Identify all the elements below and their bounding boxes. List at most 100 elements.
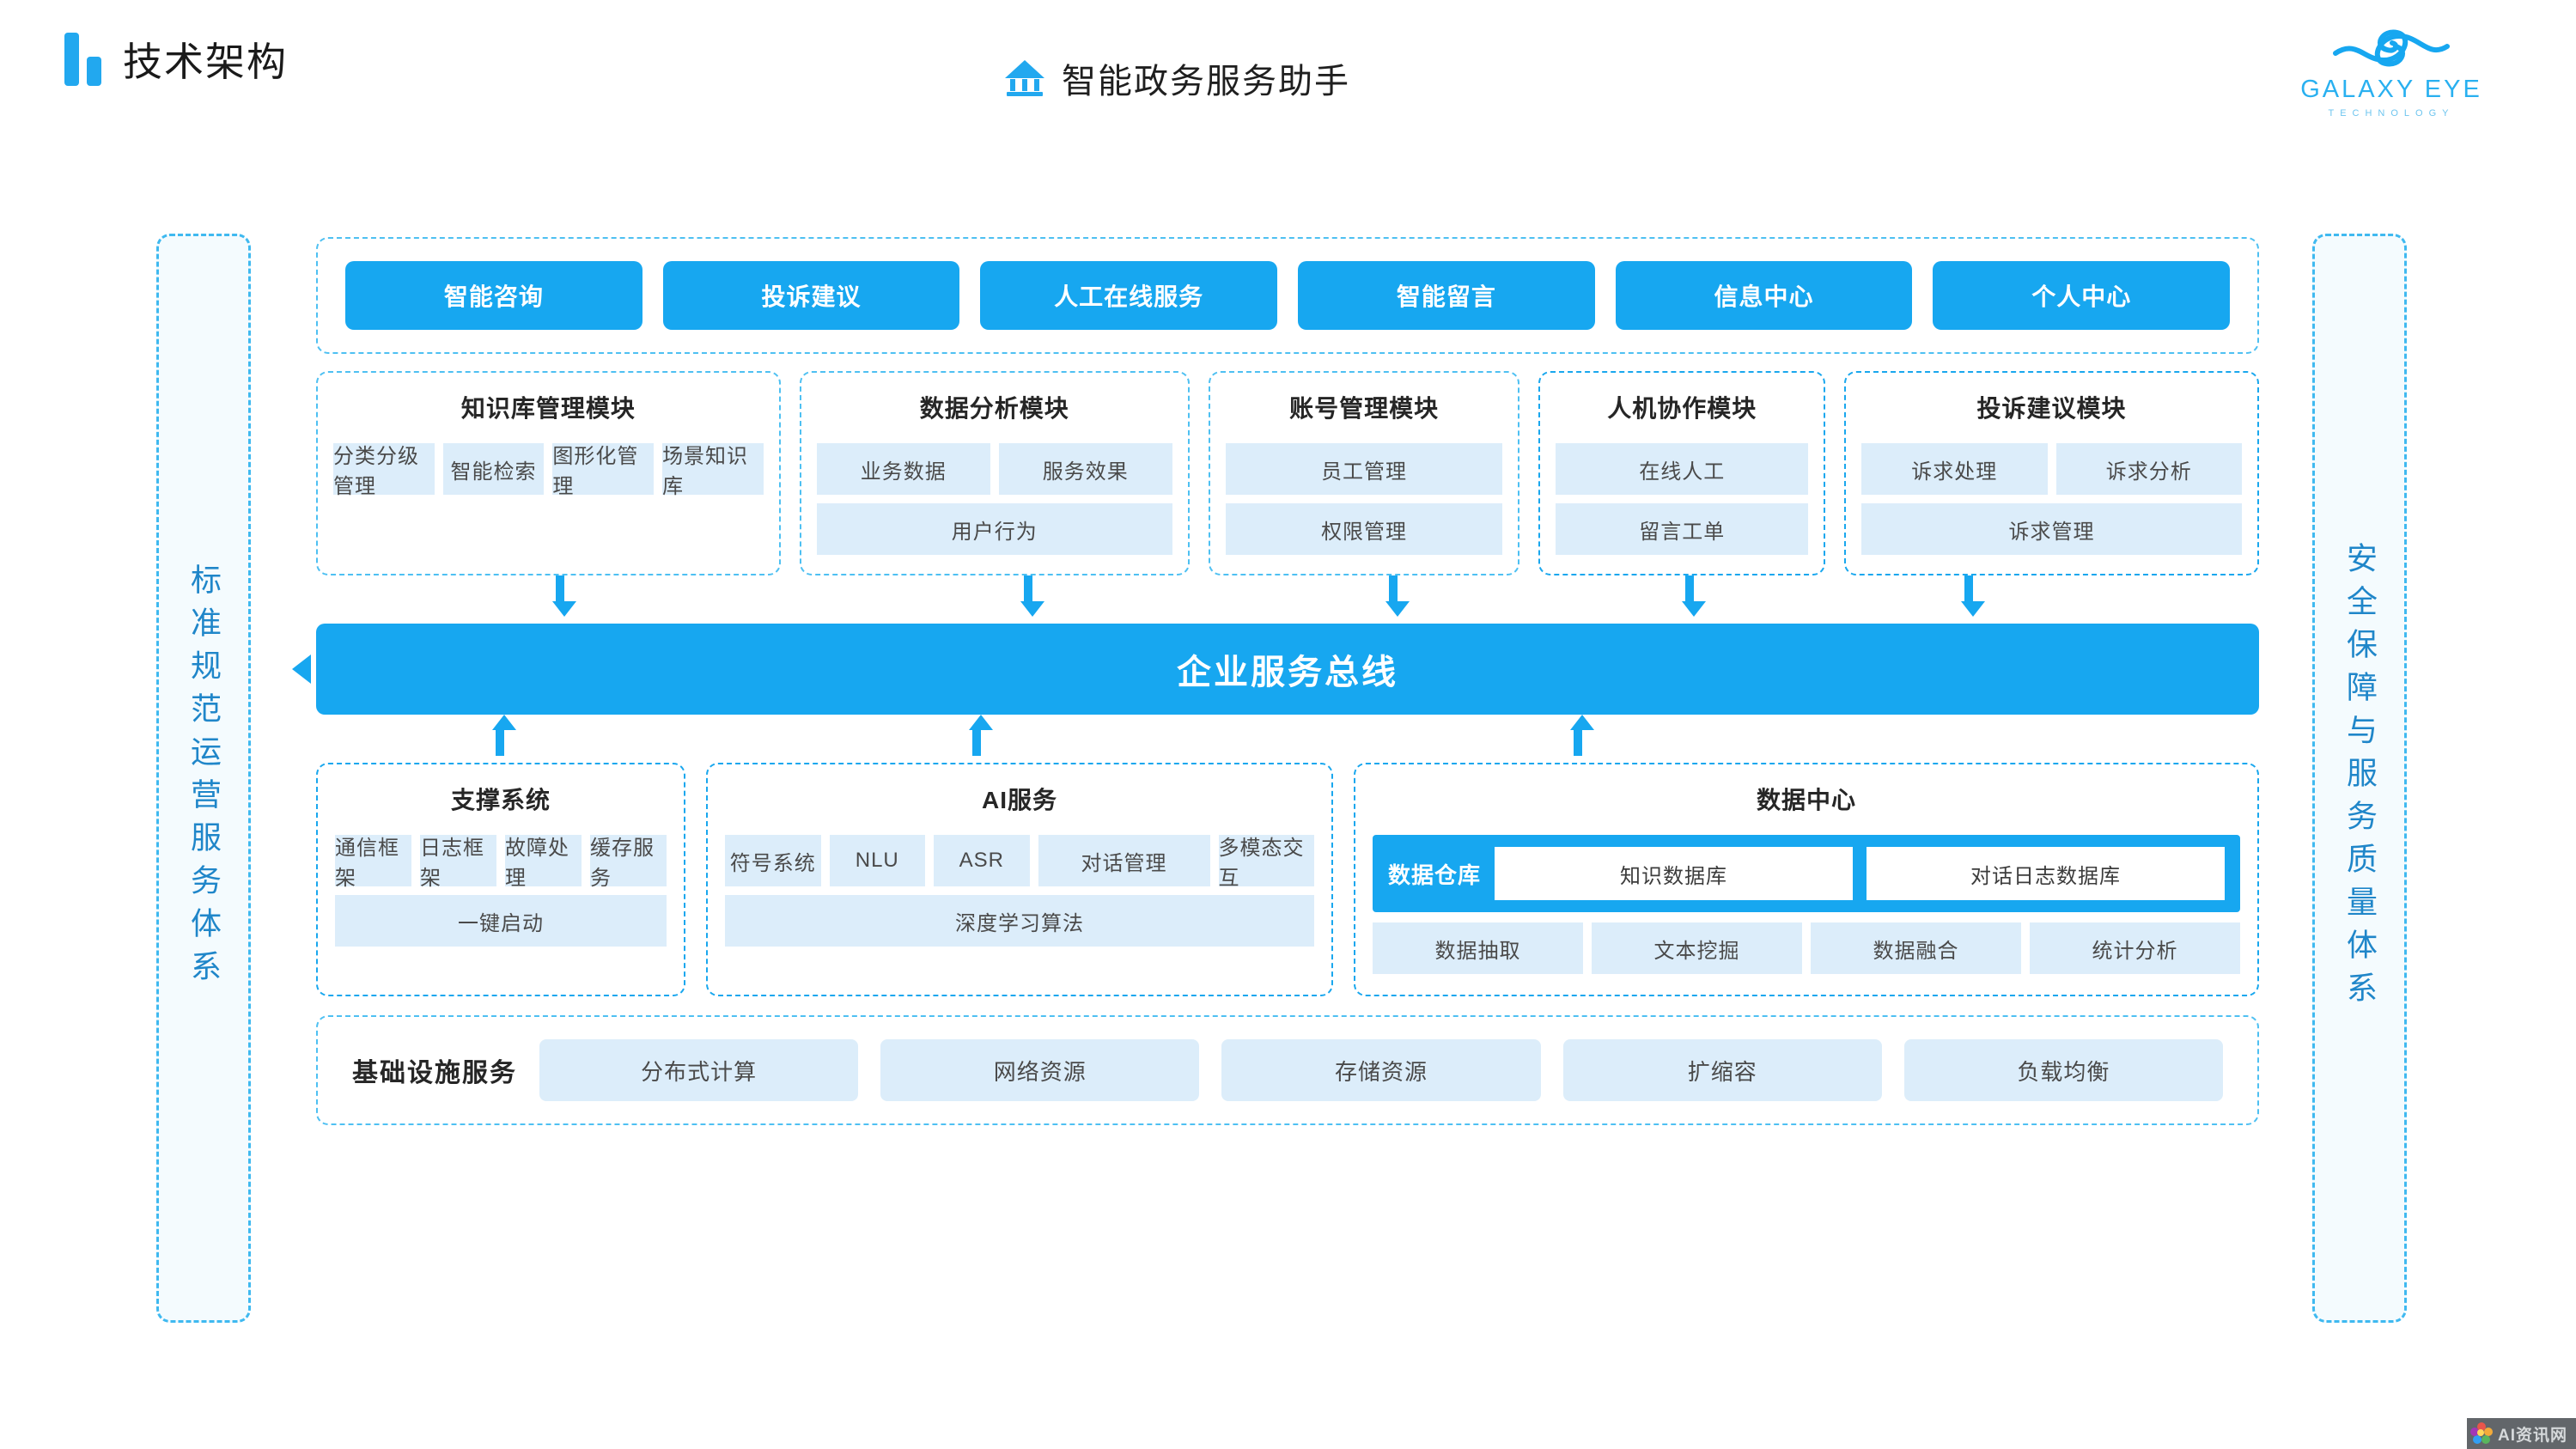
flower-icon — [2469, 1422, 2493, 1445]
data-warehouse-band: 数据仓库 知识数据库 对话日志数据库 — [1373, 835, 2240, 912]
tile-cunchuziyuan[interactable]: 存储资源 — [1221, 1039, 1541, 1101]
arrow-up-icon — [969, 715, 993, 756]
arrow-down-icon — [1020, 575, 1044, 617]
watermark: AI资讯网 — [2466, 1418, 2576, 1449]
arrows-up-row — [316, 715, 2259, 763]
tile-tongxinkuangjia[interactable]: 通信框架 — [335, 835, 411, 890]
tile-guzhangchuli[interactable]: 故障处理 — [505, 835, 582, 890]
module-knowledge-base: 知识库管理模块 分类分级管理 智能检索 图形化管理 场景知识库 — [316, 371, 781, 575]
left-standards-panel-label: 标准规范运营服务体系 — [186, 563, 222, 993]
main-stack: 智能咨询 投诉建议 人工在线服务 智能留言 信息中心 个人中心 知识库管理模块 … — [292, 237, 2259, 1125]
page-title-group: 技术架构 — [64, 31, 288, 88]
tile-quanxianguanli[interactable]: 权限管理 — [1225, 503, 1503, 555]
arrow-up-icon — [492, 715, 516, 756]
tile-zaixianrengong[interactable]: 在线人工 — [1556, 443, 1809, 495]
watermark-text: AI资讯网 — [2497, 1426, 2567, 1445]
data-center-box: 数据中心 数据仓库 知识数据库 对话日志数据库 数据抽取 文本挖掘 数据融合 统… — [1354, 763, 2259, 996]
brand-logo-group: GALAXY EYE TECHNOLOGY — [2267, 21, 2516, 119]
entry-button-gerenzhongxin[interactable]: 个人中心 — [1933, 261, 2231, 330]
tile-yonghuxingwei[interactable]: 用户行为 — [816, 503, 1172, 555]
arrow-left-icon — [292, 654, 311, 684]
tile-nlu[interactable]: NLU — [829, 835, 925, 886]
tile-zhinengjiansuo[interactable]: 智能检索 — [442, 443, 545, 495]
center-title-group: 智能政务服务助手 — [1005, 53, 1350, 103]
right-security-panel: 安全保障与服务质量体系 — [2312, 234, 2407, 1323]
module-tiles: 诉求处理 诉求分析 诉求管理 — [1861, 443, 2243, 555]
government-building-icon — [1005, 60, 1044, 96]
module-title: 人机协作模块 — [1607, 395, 1757, 422]
brand-name: GALAXY EYE — [2300, 76, 2482, 103]
module-tiles: 业务数据 服务效果 用户行为 — [816, 443, 1172, 555]
arrow-down-icon — [1961, 575, 1985, 617]
arrow-down-icon — [1385, 575, 1410, 617]
architecture-diagram: 技术架构 智能政务服务助手 GALAXY EYE TECHNOLOGY 标准规范… — [0, 0, 2576, 1449]
right-security-panel-label: 安全保障与服务质量体系 — [2342, 542, 2378, 1014]
support-system-box: 支撑系统 通信框架 日志框架 故障处理 缓存服务 一键启动 — [316, 763, 685, 996]
tile-tongjifenxi[interactable]: 统计分析 — [2030, 922, 2240, 974]
tile-shujuchouqu[interactable]: 数据抽取 — [1373, 922, 1583, 974]
infrastructure-row: 基础设施服务 分布式计算 网络资源 存储资源 扩缩容 负载均衡 — [316, 1015, 2259, 1125]
module-title: 数据分析模块 — [919, 395, 1069, 422]
tile-fenbushijisuan[interactable]: 分布式计算 — [539, 1039, 859, 1101]
infrastructure-label: 基础设施服务 — [352, 1059, 517, 1087]
enterprise-service-bus: 企业服务总线 — [292, 624, 2259, 715]
data-center-title: 数据中心 — [1756, 787, 1856, 813]
tile-changjingzhishiku[interactable]: 场景知识库 — [662, 443, 764, 498]
tile-suqiufenxi[interactable]: 诉求分析 — [2055, 443, 2243, 495]
entry-button-xinxizhongxin[interactable]: 信息中心 — [1615, 261, 1913, 330]
tile-tuxinghuaguanli[interactable]: 图形化管理 — [552, 443, 655, 498]
data-warehouse-label: 数据仓库 — [1388, 861, 1482, 888]
modules-row: 知识库管理模块 分类分级管理 智能检索 图形化管理 场景知识库 数据分析模块 业… — [316, 371, 2259, 575]
module-title: 投诉建议模块 — [1976, 395, 2127, 422]
module-tiles: 分类分级管理 智能检索 图形化管理 场景知识库 — [333, 443, 764, 498]
tile-huancunfuwu[interactable]: 缓存服务 — [590, 835, 667, 890]
module-complaint-suggestion: 投诉建议模块 诉求处理 诉求分析 诉求管理 — [1844, 371, 2259, 575]
arrow-down-icon — [1682, 575, 1706, 617]
tile-wenbenwajue[interactable]: 文本挖掘 — [1592, 922, 1802, 974]
tile-liuyangongdan[interactable]: 留言工单 — [1556, 503, 1809, 555]
brand-subtitle: TECHNOLOGY — [2328, 108, 2455, 119]
tile-wangluoziyuan[interactable]: 网络资源 — [880, 1039, 1200, 1101]
entry-button-zhinengliuyan[interactable]: 智能留言 — [1298, 261, 1595, 330]
enterprise-service-bus-label: 企业服务总线 — [1177, 654, 1398, 691]
tile-suqiuchuli[interactable]: 诉求处理 — [1861, 443, 2048, 495]
support-system-tiles: 通信框架 日志框架 故障处理 缓存服务 一键启动 — [335, 835, 667, 947]
ai-service-tiles: 符号系统 NLU ASR 对话管理 多模态交互 深度学习算法 — [725, 835, 1314, 947]
tile-yewushuju[interactable]: 业务数据 — [816, 443, 990, 495]
module-tiles: 员工管理 权限管理 — [1225, 443, 1503, 555]
tile-suqiuguanli[interactable]: 诉求管理 — [1861, 503, 2242, 555]
tile-fuzaijunheng[interactable]: 负载均衡 — [1903, 1039, 2224, 1101]
support-system-title: 支撑系统 — [450, 787, 551, 813]
platform-row: 支撑系统 通信框架 日志框架 故障处理 缓存服务 一键启动 AI服务 符号系统 … — [316, 763, 2259, 996]
tile-kuosuorong[interactable]: 扩缩容 — [1562, 1039, 1882, 1101]
tile-asr[interactable]: ASR — [934, 835, 1030, 886]
tile-rizhikuangjia[interactable]: 日志框架 — [420, 835, 496, 890]
entry-button-tousujianyi[interactable]: 投诉建议 — [662, 261, 960, 330]
tile-yuangongguanli[interactable]: 员工管理 — [1225, 443, 1503, 495]
arrow-up-icon — [1570, 715, 1594, 756]
arrow-down-icon — [552, 575, 576, 617]
tile-fuwuxiaoguo[interactable]: 服务效果 — [998, 443, 1172, 495]
module-account-management: 账号管理模块 员工管理 权限管理 — [1208, 371, 1520, 575]
tile-duomotaijiaohu[interactable]: 多模态交互 — [1218, 835, 1314, 890]
entry-buttons-container: 智能咨询 投诉建议 人工在线服务 智能留言 信息中心 个人中心 — [316, 237, 2259, 354]
arrows-down-row — [316, 575, 2259, 624]
galaxy-eye-logo-icon — [2333, 29, 2450, 67]
tile-yijianqidong[interactable]: 一键启动 — [335, 895, 667, 947]
entry-button-zhinengzixun[interactable]: 智能咨询 — [345, 261, 642, 330]
tile-duihuaguanli[interactable]: 对话管理 — [1038, 835, 1210, 886]
database-dialog-log[interactable]: 对话日志数据库 — [1867, 847, 2226, 900]
module-tiles: 在线人工 留言工单 — [1556, 443, 1809, 555]
module-title: 知识库管理模块 — [460, 395, 636, 422]
ai-service-title: AI服务 — [981, 787, 1057, 813]
tile-shujuronghe[interactable]: 数据融合 — [1811, 922, 2021, 974]
entry-button-rengongzaixianfuwu[interactable]: 人工在线服务 — [980, 261, 1278, 330]
tile-fenleifenjiguanli[interactable]: 分类分级管理 — [333, 443, 435, 498]
ai-service-box: AI服务 符号系统 NLU ASR 对话管理 多模态交互 深度学习算法 — [706, 763, 1333, 996]
data-center-tiles: 数据抽取 文本挖掘 数据融合 统计分析 — [1373, 922, 2240, 974]
database-knowledge[interactable]: 知识数据库 — [1495, 847, 1854, 900]
tile-shenduxuexisuanfa[interactable]: 深度学习算法 — [725, 895, 1314, 947]
center-title: 智能政务服务助手 — [1062, 63, 1350, 100]
bar-chart-icon — [64, 33, 104, 86]
tile-fuhaoxitong[interactable]: 符号系统 — [725, 835, 821, 886]
